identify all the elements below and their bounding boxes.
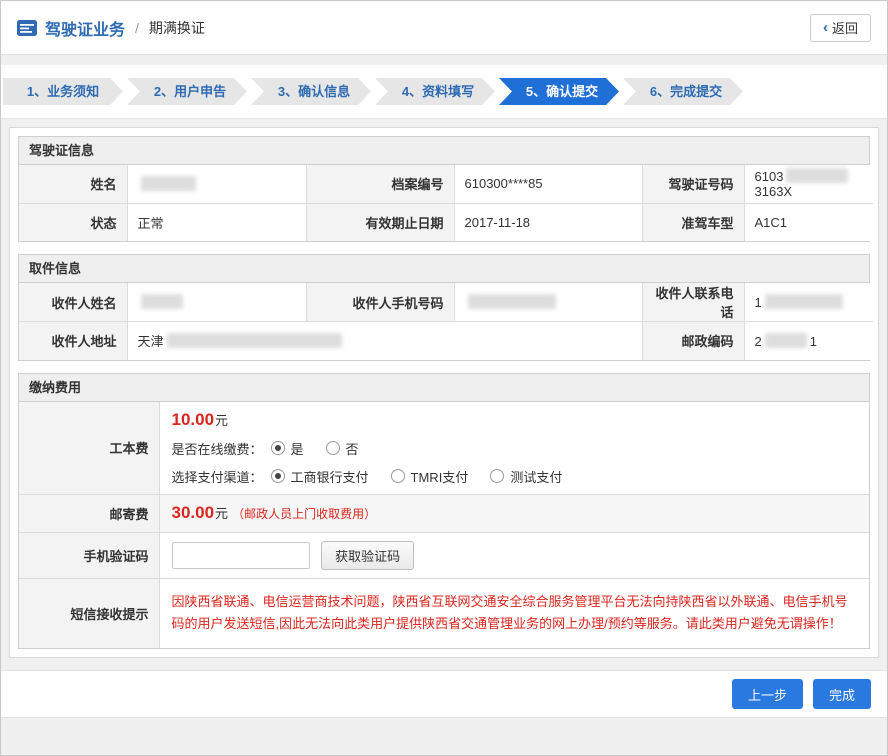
step-tab-2[interactable]: 2、用户申告	[127, 78, 247, 105]
postage-fee-content: 30.00元（邮政人员上门收取费用）	[159, 494, 869, 532]
recipient-phone-value: 1	[744, 283, 873, 322]
valid-until-label: 有效期止日期	[306, 203, 454, 241]
step-tab-1[interactable]: 1、业务须知	[3, 78, 123, 105]
sms-notice-row: 短信接收提示 因陕西省联通、电信运营商技术问题，陕西省互联网交通安全综合服务管理…	[19, 578, 869, 648]
postage-fee-label: 邮寄费	[19, 494, 159, 532]
name-value	[127, 165, 306, 203]
pickup-info-table: 收件人姓名 收件人手机号码 收件人联系电话 1 收件人地址 天津 邮政编码 21	[19, 283, 873, 360]
breadcrumb: 驾驶证业务 / 期满换证	[17, 16, 205, 40]
name-label: 姓名	[19, 165, 127, 203]
file-no-value: 610300****85	[454, 165, 642, 203]
step-tab-4[interactable]: 4、资料填写	[375, 78, 495, 105]
radio-checked-icon	[271, 469, 285, 483]
main-panel: 驾驶证信息 姓名 档案编号 610300****85 驾驶证号码 6103316…	[9, 127, 879, 658]
file-no-label: 档案编号	[306, 165, 454, 203]
production-fee-row: 工本费 10.00元 是否在线缴费： 是	[19, 402, 869, 495]
postage-fee-note: （邮政人员上门收取费用）	[232, 507, 376, 521]
redacted-postal-code	[765, 333, 807, 348]
footer-bar: 上一步 完成	[1, 670, 887, 718]
sms-code-row: 手机验证码 获取验证码	[19, 532, 869, 578]
table-row: 状态 正常 有效期止日期 2017-11-18 准驾车型 A1C1	[19, 203, 873, 241]
breadcrumb-separator: /	[135, 20, 139, 36]
radio-online-yes[interactable]: 是	[271, 439, 304, 458]
pickup-info-section: 取件信息 收件人姓名 收件人手机号码 收件人联系电话 1 收件人地址 天津 邮政…	[18, 254, 870, 361]
pickup-section-title: 取件信息	[19, 255, 869, 283]
page-title: 驾驶证业务	[45, 16, 125, 40]
license-no-value: 61033163X	[744, 165, 873, 203]
pay-channel-question: 选择支付渠道： 工商银行支付 TMRI支付 测试支付	[172, 467, 858, 486]
step-tab-5-active[interactable]: 5、确认提交	[499, 78, 619, 105]
fees-section-title: 缴纳费用	[19, 374, 869, 402]
step-nav: 1、业务须知 2、用户申告 3、确认信息 4、资料填写 5、确认提交 6、完成提…	[3, 78, 885, 105]
step-nav-strip: 1、业务须知 2、用户申告 3、确认信息 4、资料填写 5、确认提交 6、完成提…	[1, 65, 887, 119]
sms-notice-label: 短信接收提示	[19, 578, 159, 648]
license-info-section: 驾驶证信息 姓名 档案编号 610300****85 驾驶证号码 6103316…	[18, 136, 870, 242]
radio-channel-tmri[interactable]: TMRI支付	[391, 467, 469, 486]
license-section-title: 驾驶证信息	[19, 137, 869, 165]
license-card-icon	[17, 20, 37, 36]
radio-unchecked-icon	[490, 469, 504, 483]
header: 驾驶证业务 / 期满换证 ‹ 返回	[1, 1, 887, 55]
get-sms-code-button[interactable]: 获取验证码	[321, 541, 414, 570]
sms-notice-text: 因陕西省联通、电信运营商技术问题，陕西省互联网交通安全综合服务管理平台无法向持陕…	[172, 587, 858, 641]
recipient-name-label: 收件人姓名	[19, 283, 127, 322]
production-fee-amount: 10.00元	[172, 410, 858, 430]
sms-code-input[interactable]	[172, 542, 310, 569]
radio-unchecked-icon	[391, 469, 405, 483]
fees-section: 缴纳费用 工本费 10.00元 是否在线缴费： 是	[18, 373, 870, 650]
postal-code-value: 21	[744, 322, 873, 360]
redacted-license-no	[786, 168, 848, 183]
postal-code-label: 邮政编码	[642, 322, 744, 360]
back-button[interactable]: ‹ 返回	[810, 14, 871, 42]
radio-channel-icbc[interactable]: 工商银行支付	[271, 467, 369, 486]
table-row: 收件人地址 天津 邮政编码 21	[19, 322, 873, 360]
valid-until-value: 2017-11-18	[454, 203, 642, 241]
table-row: 姓名 档案编号 610300****85 驾驶证号码 61033163X	[19, 165, 873, 203]
license-no-label: 驾驶证号码	[642, 165, 744, 203]
radio-online-no[interactable]: 否	[326, 439, 359, 458]
step-tab-6[interactable]: 6、完成提交	[623, 78, 743, 105]
radio-unchecked-icon	[326, 441, 340, 455]
redacted-recipient-mobile	[468, 294, 556, 309]
production-fee-content: 10.00元 是否在线缴费： 是 否	[159, 402, 869, 495]
page: 驾驶证业务 / 期满换证 ‹ 返回 1、业务须知 2、用户申告 3、确认信息 4…	[0, 0, 888, 756]
recipient-address-label: 收件人地址	[19, 322, 127, 360]
radio-channel-test[interactable]: 测试支付	[490, 467, 562, 486]
recipient-mobile-label: 收件人手机号码	[306, 283, 454, 322]
fees-table: 工本费 10.00元 是否在线缴费： 是	[19, 402, 869, 649]
sms-code-label: 手机验证码	[19, 532, 159, 578]
postage-fee-row: 邮寄费 30.00元（邮政人员上门收取费用）	[19, 494, 869, 532]
radio-checked-icon	[271, 441, 285, 455]
license-info-table: 姓名 档案编号 610300****85 驾驶证号码 61033163X 状态 …	[19, 165, 873, 241]
vehicle-type-value: A1C1	[744, 203, 873, 241]
status-label: 状态	[19, 203, 127, 241]
vehicle-type-label: 准驾车型	[642, 203, 744, 241]
redacted-recipient-phone	[765, 294, 843, 309]
redacted-recipient-address	[167, 333, 342, 348]
redacted-recipient-name	[141, 294, 183, 309]
table-row: 收件人姓名 收件人手机号码 收件人联系电话 1	[19, 283, 873, 322]
sms-code-content: 获取验证码	[159, 532, 869, 578]
page-subtitle: 期满换证	[149, 18, 205, 38]
finish-button[interactable]: 完成	[813, 679, 871, 709]
prev-step-button[interactable]: 上一步	[732, 679, 803, 709]
online-pay-question: 是否在线缴费： 是 否	[172, 439, 858, 458]
sms-notice-content: 因陕西省联通、电信运营商技术问题，陕西省互联网交通安全综合服务管理平台无法向持陕…	[159, 578, 869, 648]
production-fee-label: 工本费	[19, 402, 159, 495]
recipient-name-value	[127, 283, 306, 322]
redacted-name	[141, 176, 196, 191]
recipient-address-value: 天津	[127, 322, 642, 360]
back-button-label: 返回	[832, 18, 858, 37]
recipient-mobile-value	[454, 283, 642, 322]
status-value: 正常	[127, 203, 306, 241]
recipient-phone-label: 收件人联系电话	[642, 283, 744, 322]
chevron-left-icon: ‹	[823, 20, 828, 35]
step-tab-3[interactable]: 3、确认信息	[251, 78, 371, 105]
